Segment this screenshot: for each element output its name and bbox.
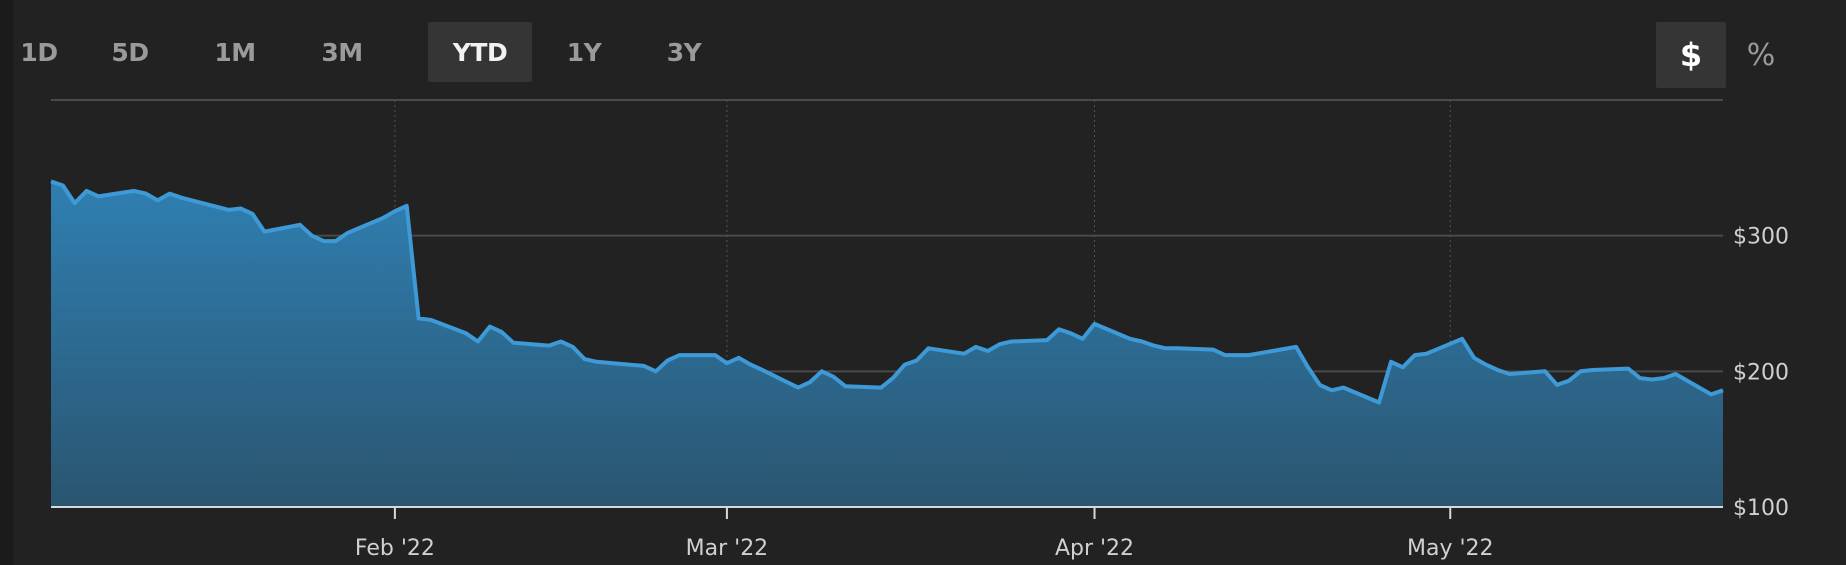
- y-axis-ticks: $100 $200 $300: [1733, 225, 1789, 521]
- x-tick-label: Apr '22: [1055, 536, 1134, 561]
- x-tick-label: May '22: [1407, 536, 1494, 561]
- x-tick-label: Feb '22: [355, 536, 435, 561]
- y-tick-label: $300: [1733, 225, 1789, 250]
- y-tick-label: $100: [1733, 496, 1789, 521]
- price-chart: Feb '22 Mar '22 Apr '22 May '22 $100 $200 $30…: [50, 99, 1789, 561]
- y-tick-label: $200: [1733, 360, 1789, 385]
- x-tick-label: Mar '22: [686, 536, 769, 561]
- price-area: [51, 181, 1723, 507]
- x-axis-ticks: Feb '22 Mar '22 Apr '22 May '22: [355, 507, 1494, 561]
